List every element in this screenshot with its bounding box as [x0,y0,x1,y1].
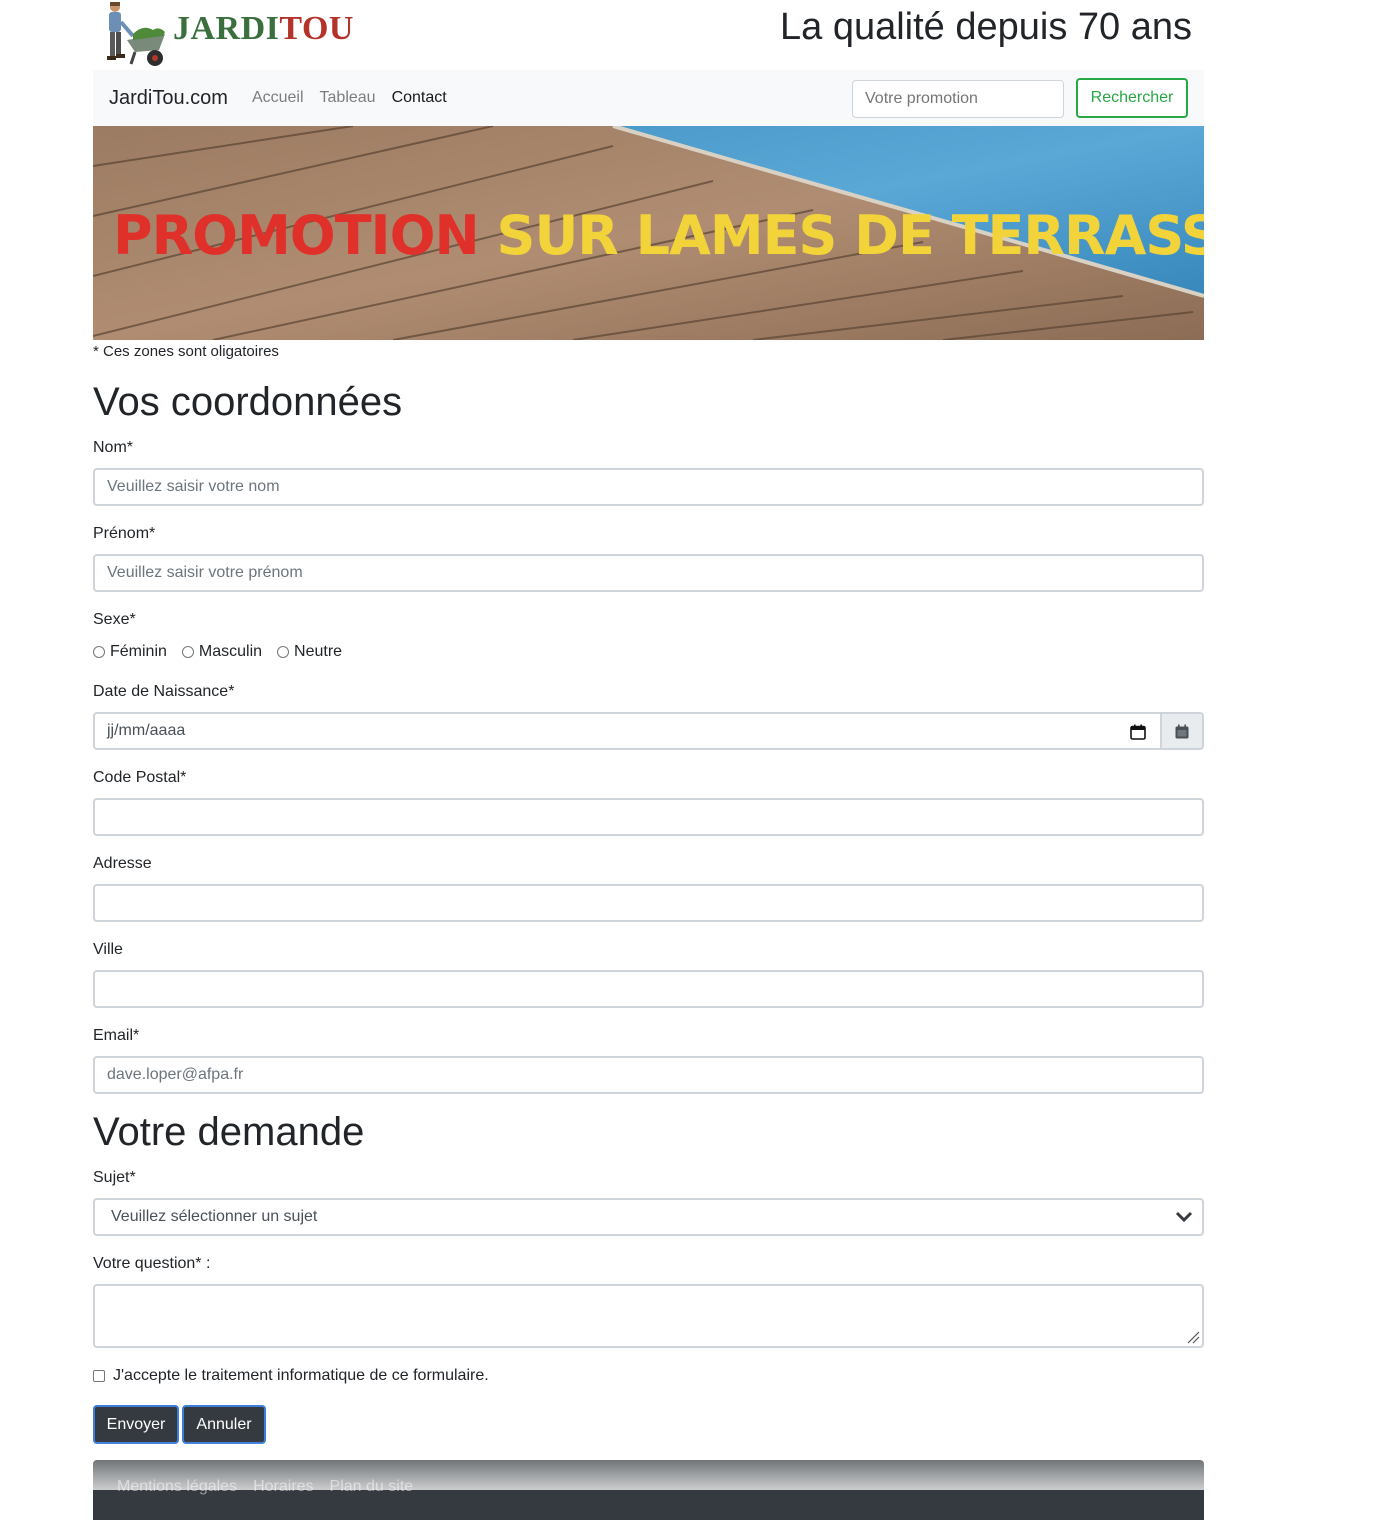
date-label: Date de Naissance* [93,683,235,700]
code-postal-label: Code Postal* [93,769,187,786]
radio-circle[interactable] [277,646,290,658]
radio-masculin-label: Masculin [198,643,263,660]
banner-title-subject: SUR LAMES DE TERRASSE [496,204,1204,267]
adresse-label: Adresse [93,855,152,872]
radio-masculin[interactable]: Masculin [181,643,263,661]
radio-circle[interactable] [181,646,194,658]
nav-link-accueil[interactable]: Accueil [252,89,304,107]
question-textarea[interactable] [93,1284,1204,1348]
banner-title: PROMOTION SUR LAMES DE TERRASSE [113,204,1204,267]
sexe-label: Sexe* [93,611,136,628]
ville-label: Ville [93,941,123,958]
calendar-addon[interactable] [1162,712,1204,750]
radio-neutre[interactable]: Neutre [277,643,342,661]
question-label: Votre question* : [93,1255,211,1272]
logo-text-tou: TOU [279,10,354,47]
adresse-input[interactable] [93,884,1204,922]
nav-link-contact[interactable]: Contact [392,89,447,107]
site-header: JARDITOU La qualité depuis 70 ans [93,0,1204,70]
required-note: * Ces zones sont oligatoires [93,343,279,360]
ville-input[interactable] [93,970,1204,1008]
tagline: La qualité depuis 70 ans [780,6,1192,48]
promo-banner: PROMOTION SUR LAMES DE TERRASSE [93,126,1204,340]
logo-text-jardi: JARDI [173,10,280,47]
sujet-selected-value: Veuillez sélectionner un sujet [111,1208,318,1225]
cancel-button[interactable]: Annuler [182,1405,266,1444]
calendar-picker-icon[interactable] [1130,724,1146,740]
radio-circle[interactable] [93,646,105,658]
logo-text: JARDITOU [173,10,354,48]
radio-neutre-label: Neutre [294,643,343,660]
chevron-down-icon [1175,1211,1193,1223]
section-title-demande: Votre demande [93,1110,365,1154]
navbar: JardiTou.com Accueil Tableau Contact Rec… [93,70,1204,126]
banner-title-promotion: PROMOTION [113,204,480,267]
code-postal-input[interactable] [93,798,1204,836]
resize-handle-icon[interactable] [1186,1330,1200,1344]
sexe-radio-group: Féminin Masculin Neutre [93,643,357,661]
calendar-icon [1175,724,1189,738]
search-button[interactable]: Rechercher [1076,78,1188,118]
section-title-coordonnees: Vos coordonnées [93,380,403,424]
footer-link-plan[interactable]: Plan du site [330,1478,414,1502]
prenom-input[interactable]: Veuillez saisir votre prénom [93,554,1204,592]
radio-feminin[interactable]: Féminin [93,643,167,661]
email-label: Email* [93,1027,140,1044]
navbar-brand[interactable]: JardiTou.com [109,87,228,110]
accept-row: J'accepte le traitement informatique de … [93,1367,489,1385]
nom-input[interactable]: Veuillez saisir votre nom [93,468,1204,506]
nom-label: Nom* [93,439,134,456]
footer-link-horaires[interactable]: Horaires [253,1478,313,1502]
footer-link-mentions[interactable]: Mentions légales [117,1478,237,1502]
accept-checkbox[interactable] [93,1370,105,1382]
date-placeholder: jj/mm/aaaa [107,722,186,739]
date-input-group: jj/mm/aaaa [93,712,1204,750]
submit-button[interactable]: Envoyer [93,1405,179,1444]
date-input[interactable]: jj/mm/aaaa [93,712,1162,750]
sujet-label: Sujet* [93,1169,136,1186]
prenom-label: Prénom* [93,525,156,542]
nav-link-tableau[interactable]: Tableau [320,89,376,107]
page-container: JARDITOU La qualité depuis 70 ans JardiT… [93,0,1204,1520]
nav-links: Accueil Tableau Contact [252,89,463,107]
footer: Mentions légales Horaires Plan du site [93,1460,1204,1520]
sujet-select[interactable]: Veuillez sélectionner un sujet [93,1198,1204,1236]
radio-feminin-label: Féminin [110,643,167,660]
search-input[interactable] [852,80,1064,118]
logo[interactable]: JARDITOU [93,0,353,70]
gardener-wheelbarrow-icon [107,2,165,66]
email-input[interactable]: dave.loper@afpa.fr [93,1056,1204,1094]
accept-label: J'accepte le traitement informatique de … [113,1367,489,1384]
